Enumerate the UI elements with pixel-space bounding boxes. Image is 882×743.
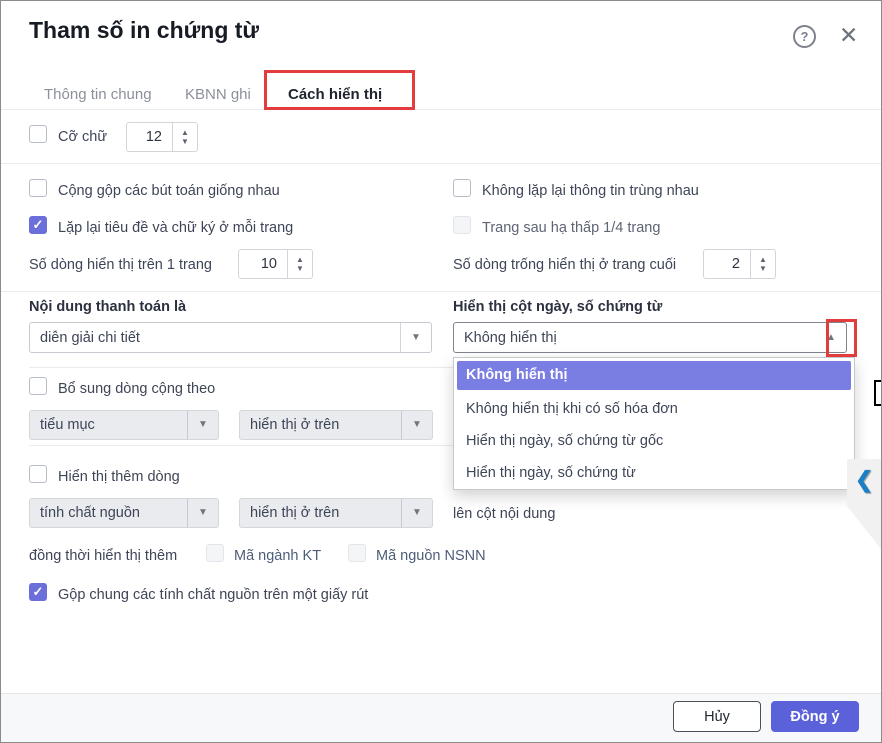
chevron-down-icon[interactable]: ▼ <box>187 499 218 527</box>
doc-date-column-label: Hiển thị cột ngày, số chứng từ <box>453 298 662 316</box>
ma-nganh-kt-checkbox <box>206 544 224 562</box>
chevron-down-icon[interactable]: ▼ <box>400 323 431 352</box>
no-repeat-info-label: Không lặp lại thông tin trùng nhau <box>482 182 699 200</box>
extra-row-label: Hiển thị thêm dòng <box>58 468 180 486</box>
sum-row-position-select[interactable]: hiển thị ở trên ▼ <box>239 410 433 440</box>
help-icon[interactable]: ? <box>793 25 816 48</box>
down-arrow-icon[interactable]: ▼ <box>759 264 767 273</box>
doc-date-column-value: Không hiển thị <box>454 330 816 346</box>
stepper-arrows[interactable]: ▲ ▼ <box>172 123 197 151</box>
extra-row-by-value: tính chất nguồn <box>30 505 187 521</box>
dropdown-option-4[interactable]: Hiển thị ngày, số chứng từ <box>454 457 854 489</box>
sum-row-label: Bổ sung dòng cộng theo <box>58 380 215 398</box>
repeat-header-label: Lặp lại tiêu đề và chữ ký ở mỗi trang <box>58 219 293 237</box>
blank-rows-stepper[interactable]: 2 ▲ ▼ <box>703 249 776 279</box>
dropdown-option-3[interactable]: Hiển thị ngày, số chứng từ gốc <box>454 425 854 457</box>
tab-thong-tin-chung[interactable]: Thông tin chung <box>44 86 152 103</box>
chevron-down-icon[interactable]: ▼ <box>187 411 218 439</box>
doc-date-column-dropdown: Không hiển thị Không hiển thị khi có số … <box>453 357 855 490</box>
divider <box>1 109 881 110</box>
also-show-label: đồng thời hiển thị thêm <box>29 547 177 565</box>
font-size-label: Cỡ chữ <box>58 128 107 146</box>
sum-row-position-value: hiển thị ở trên <box>240 417 401 433</box>
dropdown-arrow-highlight-box <box>826 319 857 357</box>
lower-quarter-page-label: Trang sau hạ thấp 1/4 trang <box>482 219 660 237</box>
doc-date-column-select[interactable]: Không hiển thị ▲ <box>453 322 847 353</box>
ma-nguon-nsnn-checkbox <box>348 544 366 562</box>
cancel-button[interactable]: Hủy <box>673 701 761 732</box>
blank-rows-value[interactable]: 2 <box>704 250 750 278</box>
ok-button[interactable]: Đồng ý <box>771 701 859 732</box>
payment-content-value: diễn giải chi tiết <box>30 330 400 346</box>
sum-row-by-value: tiểu mục <box>30 417 187 433</box>
ma-nganh-kt-label: Mã ngành KT <box>234 547 321 565</box>
down-arrow-icon[interactable]: ▼ <box>181 137 189 146</box>
up-arrow-icon[interactable]: ▲ <box>181 128 189 137</box>
chevron-down-icon[interactable]: ▼ <box>401 499 432 527</box>
print-parameters-dialog: Tham số in chứng từ ? ✕ Thông tin chung … <box>0 0 882 743</box>
rows-per-page-label: Số dòng hiển thị trên 1 trang <box>29 256 212 274</box>
no-repeat-info-checkbox[interactable] <box>453 179 471 197</box>
font-size-stepper[interactable]: 12 ▲ ▼ <box>126 122 198 152</box>
rows-per-page-stepper[interactable]: 10 ▲ ▼ <box>238 249 313 279</box>
close-icon[interactable]: ✕ <box>839 21 858 49</box>
merge-entries-checkbox[interactable] <box>29 179 47 197</box>
up-arrow-icon[interactable]: ▲ <box>759 255 767 264</box>
blank-rows-label: Số dòng trống hiển thị ở trang cuối <box>453 256 676 274</box>
down-arrow-icon[interactable]: ▼ <box>296 264 304 273</box>
lower-quarter-page-checkbox <box>453 216 471 234</box>
sum-row-checkbox[interactable] <box>29 377 47 395</box>
page-title: Tham số in chứng từ <box>29 17 259 44</box>
dropdown-option-1[interactable]: Không hiển thị <box>457 361 851 390</box>
repeat-header-checkbox[interactable] <box>29 216 47 234</box>
merge-entries-label: Cộng gộp các bút toán giống nhau <box>58 182 280 200</box>
collapse-panel-tab[interactable]: ❮ <box>847 459 881 549</box>
tab-kbnn-ghi[interactable]: KBNN ghi <box>185 86 251 103</box>
sum-row-by-select[interactable]: tiểu mục ▼ <box>29 410 219 440</box>
stepper-arrows[interactable]: ▲ ▼ <box>750 250 775 278</box>
payment-content-select[interactable]: diễn giải chi tiết ▼ <box>29 322 432 353</box>
font-size-value[interactable]: 12 <box>127 123 172 151</box>
active-tab-highlight-box <box>264 70 415 110</box>
rows-per-page-value[interactable]: 10 <box>239 250 287 278</box>
chevron-left-icon[interactable]: ❮ <box>855 467 873 493</box>
divider <box>1 163 881 164</box>
divider <box>1 291 881 292</box>
mouse-cursor <box>874 380 882 406</box>
extra-row-checkbox[interactable] <box>29 465 47 483</box>
extra-row-position-select[interactable]: hiển thị ở trên ▼ <box>239 498 433 528</box>
merge-sources-label: Gộp chung các tính chất nguồn trên một g… <box>58 586 368 604</box>
merge-sources-checkbox[interactable] <box>29 583 47 601</box>
up-arrow-icon[interactable]: ▲ <box>296 255 304 264</box>
chevron-down-icon[interactable]: ▼ <box>401 411 432 439</box>
font-size-checkbox[interactable] <box>29 125 47 143</box>
dialog-footer: Hủy Đồng ý <box>1 693 881 743</box>
payment-content-label: Nội dung thanh toán là <box>29 298 186 316</box>
extra-row-target-label: lên cột nội dung <box>453 505 555 523</box>
extra-row-position-value: hiển thị ở trên <box>240 505 401 521</box>
stepper-arrows[interactable]: ▲ ▼ <box>287 250 312 278</box>
ma-nguon-nsnn-label: Mã nguồn NSNN <box>376 547 486 565</box>
extra-row-by-select[interactable]: tính chất nguồn ▼ <box>29 498 219 528</box>
dropdown-option-2[interactable]: Không hiển thị khi có số hóa đơn <box>454 393 854 425</box>
